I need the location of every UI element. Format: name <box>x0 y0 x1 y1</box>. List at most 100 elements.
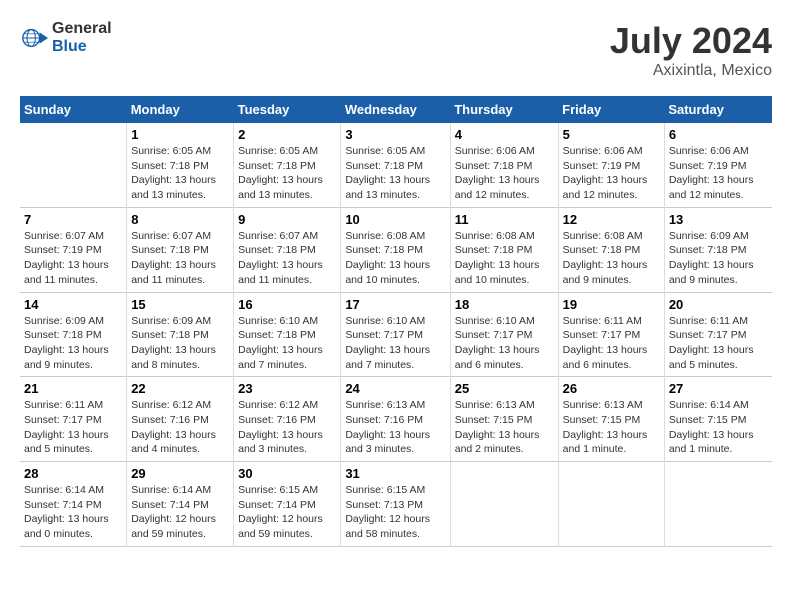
day-info: Sunrise: 6:09 AM Sunset: 7:18 PM Dayligh… <box>131 314 229 373</box>
day-info: Sunrise: 6:09 AM Sunset: 7:18 PM Dayligh… <box>669 229 768 288</box>
calendar-cell: 6 Sunrise: 6:06 AM Sunset: 7:19 PM Daylig… <box>664 123 772 207</box>
day-info: Sunrise: 6:07 AM Sunset: 7:19 PM Dayligh… <box>24 229 122 288</box>
calendar-cell: 4 Sunrise: 6:06 AM Sunset: 7:18 PM Daylig… <box>450 123 558 207</box>
logo-icon <box>20 24 48 52</box>
calendar-cell: 30 Sunrise: 6:15 AM Sunset: 7:14 PM Dayli… <box>234 462 341 547</box>
column-header-sunday: Sunday <box>20 96 127 123</box>
day-number: 26 <box>563 381 660 396</box>
column-header-tuesday: Tuesday <box>234 96 341 123</box>
day-number: 4 <box>455 127 554 142</box>
calendar-cell: 25 Sunrise: 6:13 AM Sunset: 7:15 PM Dayli… <box>450 377 558 462</box>
day-info: Sunrise: 6:12 AM Sunset: 7:16 PM Dayligh… <box>238 398 336 457</box>
day-info: Sunrise: 6:09 AM Sunset: 7:18 PM Dayligh… <box>24 314 122 373</box>
day-info: Sunrise: 6:13 AM Sunset: 7:15 PM Dayligh… <box>563 398 660 457</box>
day-info: Sunrise: 6:14 AM Sunset: 7:14 PM Dayligh… <box>24 483 122 542</box>
day-number: 30 <box>238 466 336 481</box>
calendar-cell: 8Sunrise: 6:07 AM Sunset: 7:18 PM Daylig… <box>127 207 234 292</box>
calendar-body: 1 Sunrise: 6:05 AM Sunset: 7:18 PM Daylig… <box>20 123 772 546</box>
day-number: 12 <box>563 212 660 227</box>
day-number: 24 <box>345 381 445 396</box>
day-info: Sunrise: 6:10 AM Sunset: 7:18 PM Dayligh… <box>238 314 336 373</box>
calendar-cell: 3 Sunrise: 6:05 AM Sunset: 7:18 PM Daylig… <box>341 123 450 207</box>
calendar-cell: 14 Sunrise: 6:09 AM Sunset: 7:18 PM Dayli… <box>20 292 127 377</box>
calendar-header: SundayMondayTuesdayWednesdayThursdayFrid… <box>20 96 772 123</box>
calendar-cell: 17 Sunrise: 6:10 AM Sunset: 7:17 PM Dayli… <box>341 292 450 377</box>
calendar-cell: 27 Sunrise: 6:14 AM Sunset: 7:15 PM Dayli… <box>664 377 772 462</box>
day-info: Sunrise: 6:06 AM Sunset: 7:18 PM Dayligh… <box>455 144 554 203</box>
page-header: General Blue July 2024 Axixintla, Mexico <box>20 20 772 80</box>
day-info: Sunrise: 6:08 AM Sunset: 7:18 PM Dayligh… <box>345 229 445 288</box>
title-block: July 2024 Axixintla, Mexico <box>610 20 772 80</box>
calendar-cell: 22 Sunrise: 6:12 AM Sunset: 7:16 PM Dayli… <box>127 377 234 462</box>
calendar-cell: 15Sunrise: 6:09 AM Sunset: 7:18 PM Dayli… <box>127 292 234 377</box>
day-number: 16 <box>238 297 336 312</box>
day-number: 5 <box>563 127 660 142</box>
day-info: Sunrise: 6:05 AM Sunset: 7:18 PM Dayligh… <box>238 144 336 203</box>
week-row-4: 21Sunrise: 6:11 AM Sunset: 7:17 PM Dayli… <box>20 377 772 462</box>
calendar-cell <box>450 462 558 547</box>
day-number: 11 <box>455 212 554 227</box>
month-title: July 2024 <box>610 20 772 62</box>
calendar-cell: 26 Sunrise: 6:13 AM Sunset: 7:15 PM Dayli… <box>558 377 664 462</box>
calendar-cell: 18 Sunrise: 6:10 AM Sunset: 7:17 PM Dayli… <box>450 292 558 377</box>
week-row-2: 7 Sunrise: 6:07 AM Sunset: 7:19 PM Daylig… <box>20 207 772 292</box>
day-number: 21 <box>24 381 122 396</box>
day-info: Sunrise: 6:05 AM Sunset: 7:18 PM Dayligh… <box>345 144 445 203</box>
calendar-cell: 13Sunrise: 6:09 AM Sunset: 7:18 PM Dayli… <box>664 207 772 292</box>
day-number: 17 <box>345 297 445 312</box>
day-info: Sunrise: 6:12 AM Sunset: 7:16 PM Dayligh… <box>131 398 229 457</box>
week-row-5: 28 Sunrise: 6:14 AM Sunset: 7:14 PM Dayli… <box>20 462 772 547</box>
calendar-cell: 24 Sunrise: 6:13 AM Sunset: 7:16 PM Dayli… <box>341 377 450 462</box>
column-header-monday: Monday <box>127 96 234 123</box>
calendar-cell: 1Sunrise: 6:05 AM Sunset: 7:18 PM Daylig… <box>127 123 234 207</box>
calendar-cell: 31Sunrise: 6:15 AM Sunset: 7:13 PM Dayli… <box>341 462 450 547</box>
day-number: 28 <box>24 466 122 481</box>
location-title: Axixintla, Mexico <box>610 62 772 80</box>
day-info: Sunrise: 6:10 AM Sunset: 7:17 PM Dayligh… <box>345 314 445 373</box>
day-number: 22 <box>131 381 229 396</box>
column-header-thursday: Thursday <box>450 96 558 123</box>
calendar-cell <box>20 123 127 207</box>
calendar-cell: 16 Sunrise: 6:10 AM Sunset: 7:18 PM Dayli… <box>234 292 341 377</box>
calendar-cell: 19Sunrise: 6:11 AM Sunset: 7:17 PM Dayli… <box>558 292 664 377</box>
day-info: Sunrise: 6:06 AM Sunset: 7:19 PM Dayligh… <box>669 144 768 203</box>
calendar-table: SundayMondayTuesdayWednesdayThursdayFrid… <box>20 96 772 547</box>
calendar-cell: 29Sunrise: 6:14 AM Sunset: 7:14 PM Dayli… <box>127 462 234 547</box>
calendar-cell: 5Sunrise: 6:06 AM Sunset: 7:19 PM Daylig… <box>558 123 664 207</box>
logo-blue: Blue <box>52 38 112 56</box>
calendar-cell: 10Sunrise: 6:08 AM Sunset: 7:18 PM Dayli… <box>341 207 450 292</box>
logo: General Blue <box>20 20 112 55</box>
day-number: 18 <box>455 297 554 312</box>
day-number: 23 <box>238 381 336 396</box>
day-number: 8 <box>131 212 229 227</box>
day-number: 3 <box>345 127 445 142</box>
day-number: 14 <box>24 297 122 312</box>
day-info: Sunrise: 6:14 AM Sunset: 7:15 PM Dayligh… <box>669 398 768 457</box>
day-number: 27 <box>669 381 768 396</box>
day-info: Sunrise: 6:11 AM Sunset: 7:17 PM Dayligh… <box>669 314 768 373</box>
calendar-cell: 12 Sunrise: 6:08 AM Sunset: 7:18 PM Dayli… <box>558 207 664 292</box>
day-number: 2 <box>238 127 336 142</box>
calendar-cell: 7 Sunrise: 6:07 AM Sunset: 7:19 PM Daylig… <box>20 207 127 292</box>
calendar-cell: 9 Sunrise: 6:07 AM Sunset: 7:18 PM Daylig… <box>234 207 341 292</box>
day-info: Sunrise: 6:13 AM Sunset: 7:15 PM Dayligh… <box>455 398 554 457</box>
day-info: Sunrise: 6:08 AM Sunset: 7:18 PM Dayligh… <box>563 229 660 288</box>
day-info: Sunrise: 6:11 AM Sunset: 7:17 PM Dayligh… <box>563 314 660 373</box>
day-number: 6 <box>669 127 768 142</box>
column-header-saturday: Saturday <box>664 96 772 123</box>
day-info: Sunrise: 6:10 AM Sunset: 7:17 PM Dayligh… <box>455 314 554 373</box>
day-info: Sunrise: 6:07 AM Sunset: 7:18 PM Dayligh… <box>238 229 336 288</box>
logo-general: General <box>52 20 112 38</box>
week-row-3: 14 Sunrise: 6:09 AM Sunset: 7:18 PM Dayli… <box>20 292 772 377</box>
week-row-1: 1 Sunrise: 6:05 AM Sunset: 7:18 PM Daylig… <box>20 123 772 207</box>
day-number: 31 <box>345 466 445 481</box>
day-info: Sunrise: 6:15 AM Sunset: 7:14 PM Dayligh… <box>238 483 336 542</box>
day-info: Sunrise: 6:14 AM Sunset: 7:14 PM Dayligh… <box>131 483 229 542</box>
day-number: 9 <box>238 212 336 227</box>
day-number: 7 <box>24 212 122 227</box>
day-number: 25 <box>455 381 554 396</box>
column-header-wednesday: Wednesday <box>341 96 450 123</box>
day-info: Sunrise: 6:13 AM Sunset: 7:16 PM Dayligh… <box>345 398 445 457</box>
day-number: 1 <box>131 127 229 142</box>
calendar-cell: 23 Sunrise: 6:12 AM Sunset: 7:16 PM Dayli… <box>234 377 341 462</box>
